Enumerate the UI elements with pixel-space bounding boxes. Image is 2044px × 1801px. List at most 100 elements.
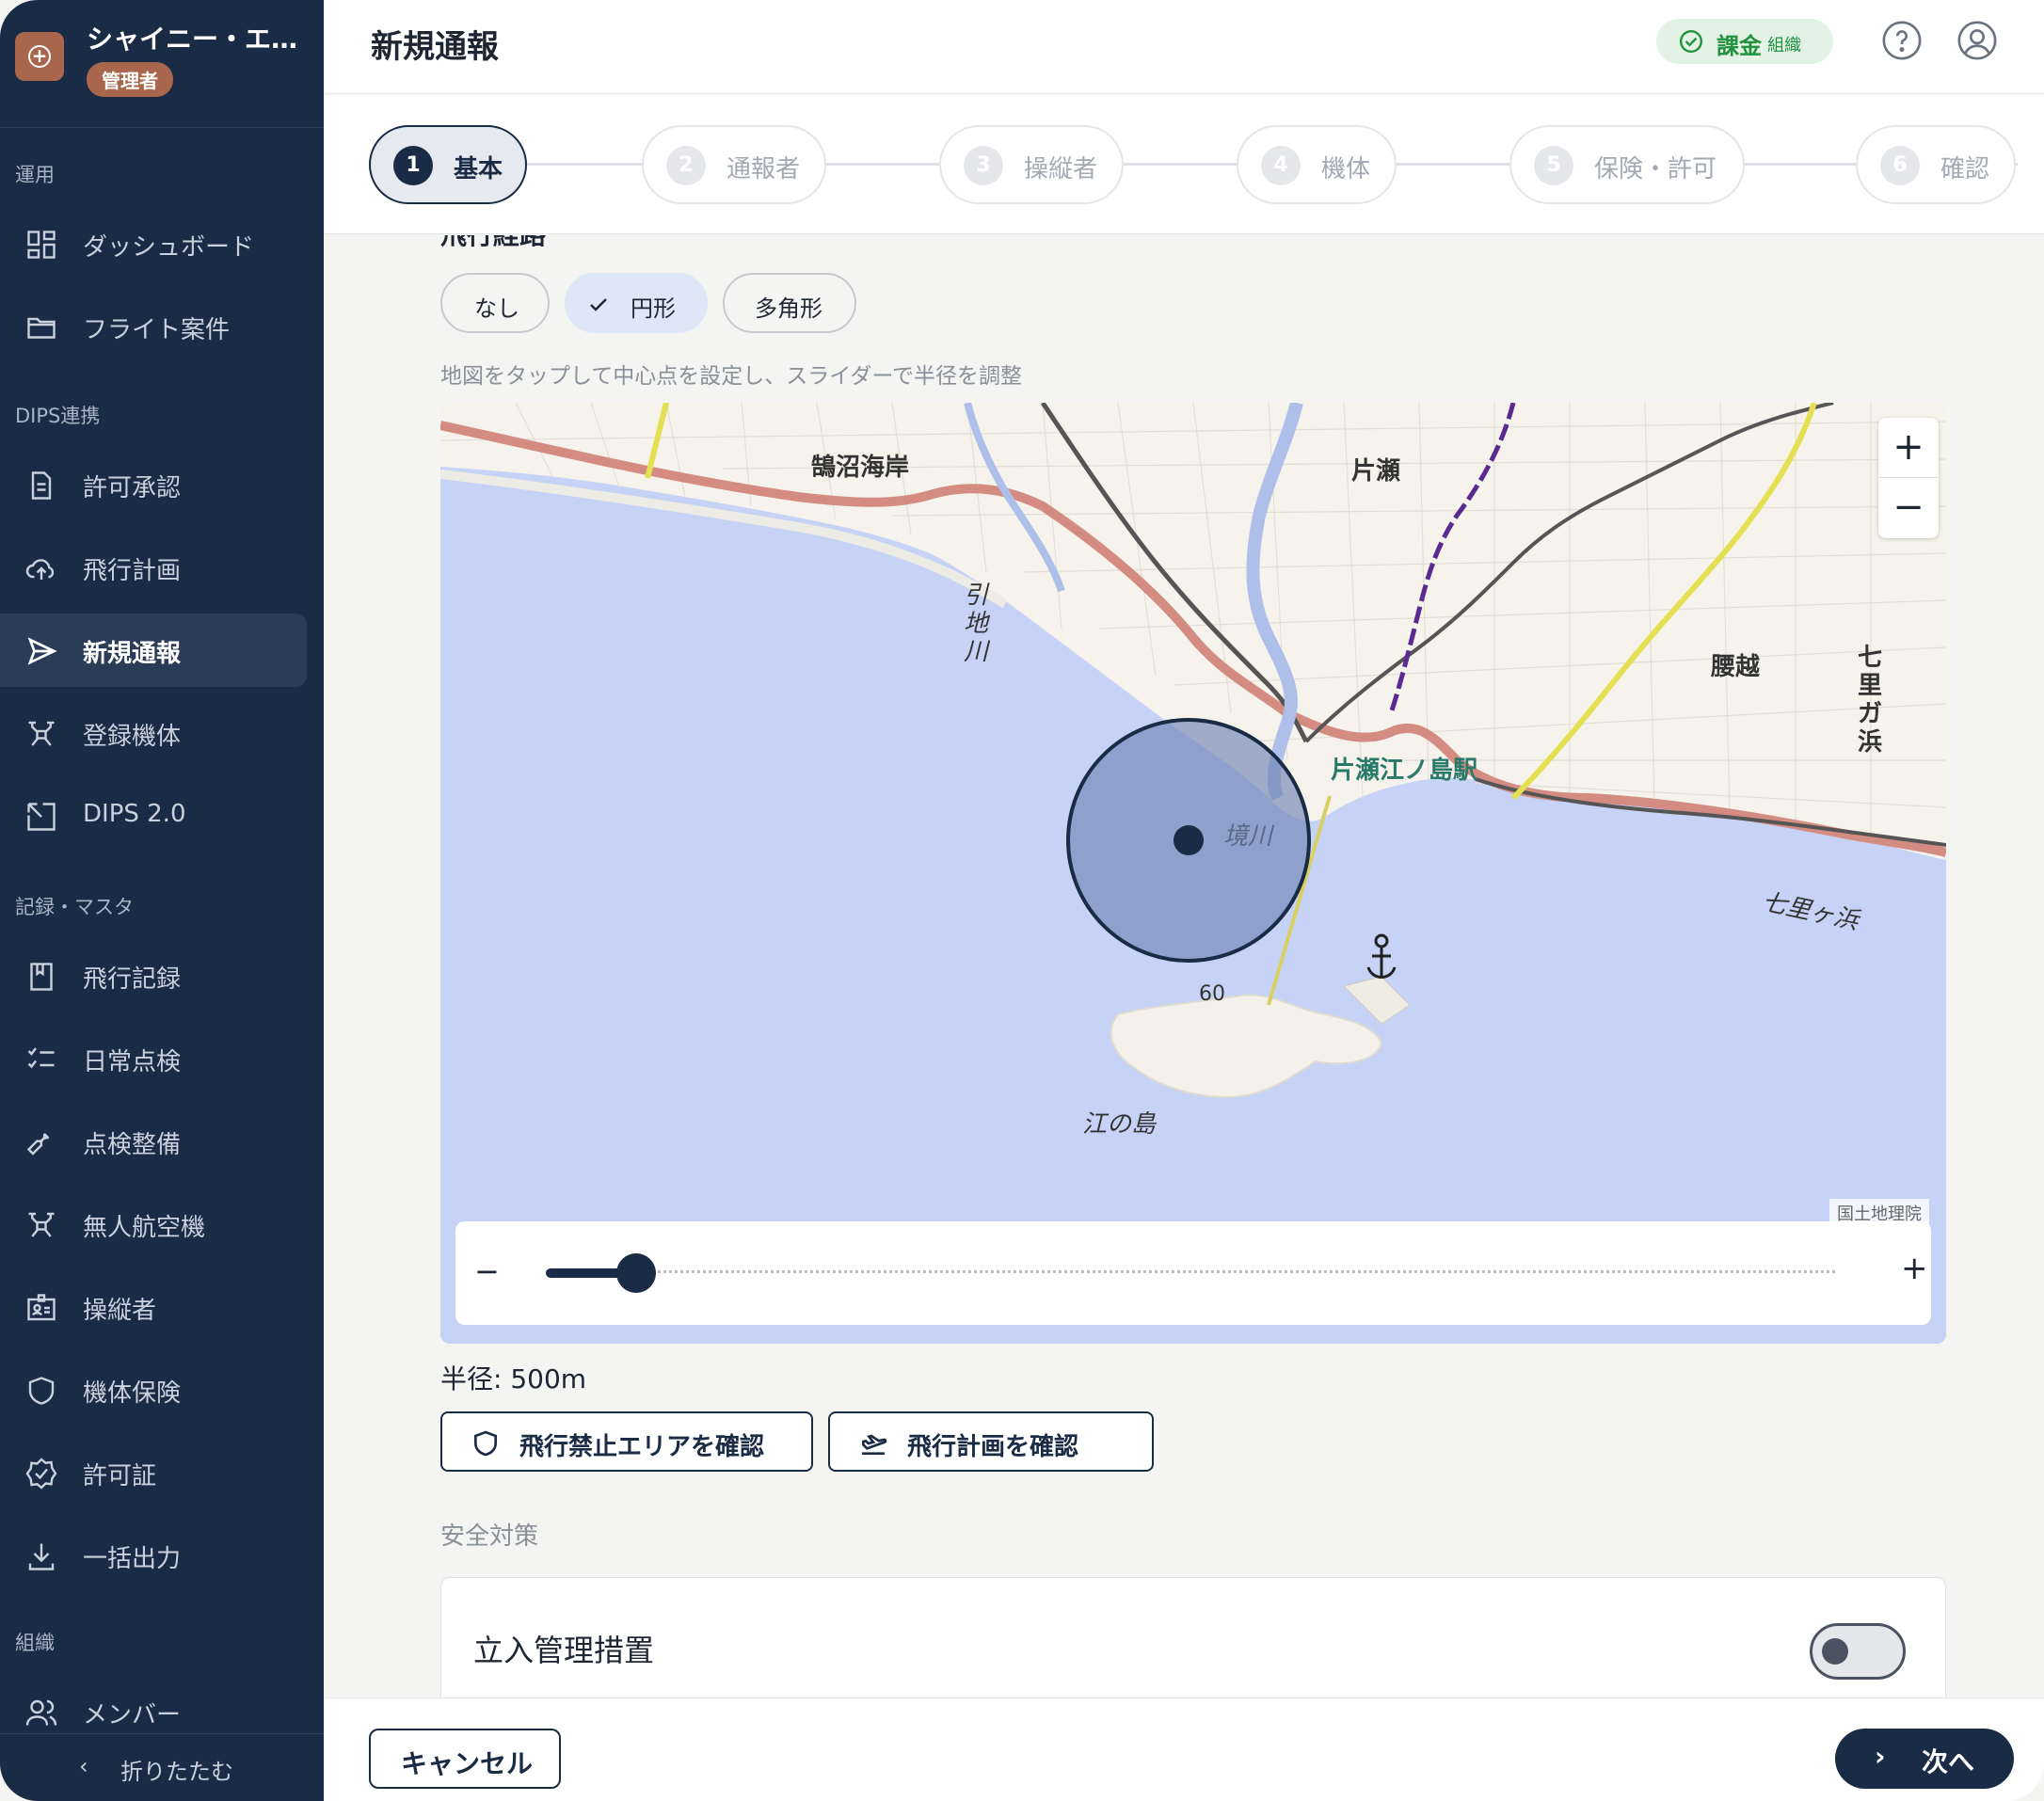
cancel-button[interactable]: キャンセル — [369, 1729, 561, 1789]
billing-badge[interactable]: 課金 組織 — [1656, 19, 1833, 64]
check-no-fly-zone-button[interactable]: 飛行禁止エリアを確認 — [440, 1411, 813, 1472]
sidebar-item-operators[interactable]: 操縦者 — [0, 1270, 307, 1344]
next-label: 次へ — [1922, 1746, 1975, 1777]
map-label: 江の島 — [1082, 1110, 1157, 1139]
check-icon — [590, 298, 607, 311]
step-confirm[interactable]: 6 確認 — [1856, 125, 2016, 204]
slider-increase-button[interactable]: + — [1901, 1250, 1928, 1287]
flight-route-label: 飛行経路 — [440, 235, 546, 252]
shape-option-polygon[interactable]: 多角形 — [723, 273, 856, 333]
toggle-knob — [1822, 1638, 1848, 1665]
sidebar-item-label: 飛行記録 — [83, 965, 182, 994]
step-basic[interactable]: 1 基本 — [369, 125, 527, 204]
sidebar-item-label: 飛行計画 — [83, 557, 182, 585]
badge-check-icon — [25, 1458, 57, 1490]
radius-circle[interactable] — [1062, 713, 1316, 967]
sidebar-item-dips2[interactable]: DIPS 2.0 — [0, 779, 307, 853]
zoom-controls: + − — [1878, 418, 1939, 538]
users-icon — [25, 1699, 57, 1726]
user-circle-icon[interactable] — [1956, 19, 1999, 62]
sidebar-item-new-report[interactable]: 新規通報 — [0, 614, 307, 687]
shape-option-none[interactable]: なし — [440, 273, 550, 333]
sidebar-item-registered-aircraft[interactable]: 登録機体 — [0, 696, 307, 770]
step-number: 5 — [1534, 146, 1573, 185]
role-badge: 管理者 — [87, 62, 173, 97]
entry-control-card: 立入管理措置 — [440, 1577, 1946, 1697]
sidebar-item-flight-cases[interactable]: フライト案件 — [0, 290, 307, 363]
step-number: 3 — [964, 146, 1003, 185]
zoom-out-button[interactable]: − — [1878, 478, 1939, 538]
radius-slider-card: − + — [455, 1221, 1931, 1325]
sidebar-item-dashboard[interactable]: ダッシュボード — [0, 207, 307, 280]
sidebar-item-label: 登録機体 — [83, 723, 182, 751]
sidebar: + シャイニー・エ… 管理者 運用 ダッシュボード フライト案件 DIPS連携 … — [0, 0, 324, 1801]
form-content[interactable]: 飛行経路 なし 円形 多角形 地図をタップして中心点を設定し、スライダーで半径を… — [324, 235, 2044, 1697]
chevron-left-icon: ‹ — [79, 1753, 88, 1779]
sidebar-item-insurance[interactable]: 機体保険 — [0, 1353, 307, 1426]
section-label-records: 記録・マスタ — [15, 896, 134, 918]
map-hint: 地図をタップして中心点を設定し、スライダーで半径を調整 — [440, 364, 1023, 389]
org-logo: + — [15, 32, 64, 81]
slider-thumb[interactable] — [615, 1253, 656, 1293]
dashboard-icon — [27, 231, 56, 259]
sidebar-item-flight-plan[interactable]: 飛行計画 — [0, 531, 307, 604]
folder-icon — [27, 317, 56, 339]
map-label: 鵠沼海岸 — [811, 454, 910, 482]
billing-label: 課金 — [1717, 33, 1762, 59]
check-flight-plan-button[interactable]: 飛行計画を確認 — [828, 1411, 1154, 1472]
map-view[interactable]: 鵠沼海岸 片瀬 引地川 腰越 七里ガ浜 片瀬江ノ島駅 境川 七里ヶ浜 江の島 6… — [440, 403, 1946, 1344]
step-label: 機体 — [1321, 155, 1371, 183]
sidebar-item-bulk-export[interactable]: 一括出力 — [0, 1519, 307, 1592]
sidebar-item-label: 日常点検 — [83, 1048, 182, 1076]
billing-sub: 組織 — [1767, 36, 1801, 56]
wrench-icon — [26, 1133, 50, 1156]
next-button[interactable]: › 次へ — [1835, 1729, 2014, 1789]
map-label: 片瀬 — [1351, 457, 1401, 486]
slider-track[interactable] — [546, 1270, 1835, 1276]
sidebar-item-label: DIPS 2.0 — [83, 800, 186, 828]
step-operator[interactable]: 3 操縦者 — [939, 125, 1124, 204]
step-reporter[interactable]: 2 通報者 — [642, 125, 826, 204]
step-aircraft[interactable]: 4 機体 — [1237, 125, 1397, 204]
cancel-label: キャンセル — [401, 1748, 534, 1779]
plane-takeoff-icon — [862, 1434, 887, 1455]
org-name: シャイニー・エ… — [87, 24, 298, 55]
sidebar-item-label: メンバー — [83, 1701, 182, 1729]
sidebar-item-permit-approval[interactable]: 許可承認 — [0, 448, 307, 521]
step-label: 基本 — [454, 155, 503, 183]
send-icon — [27, 637, 57, 665]
slider-decrease-button[interactable]: − — [474, 1253, 500, 1289]
step-number: 1 — [393, 146, 433, 185]
entry-control-toggle[interactable] — [1810, 1623, 1906, 1680]
sidebar-item-permits[interactable]: 許可証 — [0, 1436, 307, 1509]
sidebar-item-label: 操縦者 — [83, 1297, 157, 1325]
entry-control-label: 立入管理措置 — [473, 1633, 655, 1668]
sidebar-item-daily-inspection[interactable]: 日常点検 — [0, 1022, 307, 1095]
step-number: 2 — [666, 146, 706, 185]
step-label: 保険・許可 — [1594, 155, 1717, 183]
shape-option-circle[interactable]: 円形 — [565, 273, 708, 333]
check-circle-icon — [1679, 29, 1703, 54]
collapse-label: 折りたたむ — [120, 1759, 233, 1785]
section-label-org: 組織 — [15, 1632, 55, 1654]
shape-option-label: 円形 — [631, 295, 676, 322]
sidebar-item-label: フライト案件 — [83, 316, 231, 344]
sidebar-item-maintenance[interactable]: 点検整備 — [0, 1105, 307, 1178]
sidebar-item-label: 無人航空機 — [83, 1214, 206, 1242]
sidebar-item-flight-log[interactable]: 飛行記録 — [0, 939, 307, 1012]
button-label: 飛行計画を確認 — [907, 1433, 1079, 1461]
map-label: 片瀬江ノ島駅 — [1331, 757, 1478, 785]
map-label: 腰越 — [1711, 653, 1761, 681]
book-icon — [30, 963, 53, 991]
plus-circle-icon: + — [28, 45, 51, 68]
org-switcher[interactable]: + シャイニー・エ… 管理者 — [0, 0, 324, 128]
zoom-in-button[interactable]: + — [1878, 418, 1939, 478]
sidebar-collapse-button[interactable]: ‹ 折りたたむ — [0, 1733, 324, 1801]
step-number: 6 — [1880, 146, 1920, 185]
help-icon[interactable] — [1880, 19, 1924, 62]
sidebar-item-label: 点検整備 — [83, 1131, 182, 1159]
shape-option-label: なし — [474, 295, 519, 322]
step-insurance-permit[interactable]: 5 保険・許可 — [1509, 125, 1745, 204]
sidebar-item-uav[interactable]: 無人航空機 — [0, 1187, 307, 1261]
footer-bar: キャンセル › 次へ — [324, 1697, 2044, 1801]
